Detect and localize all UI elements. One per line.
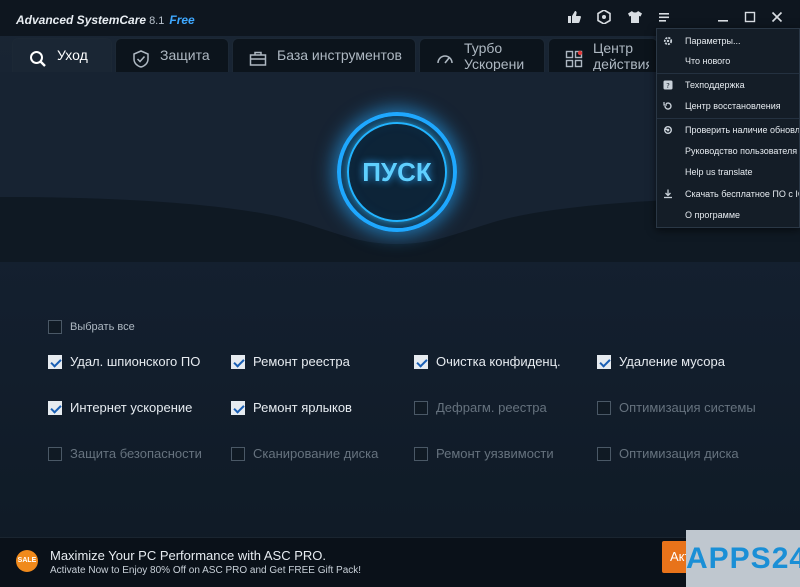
menu-item-label: Что нового: [685, 56, 731, 66]
update-icon: [663, 125, 673, 135]
checkbox-label: Очистка конфиденц.: [436, 354, 561, 369]
minimize-icon[interactable]: [714, 9, 732, 27]
app-version: 8.1: [149, 15, 165, 27]
check-disk-scan[interactable]: Сканирование диска: [231, 446, 378, 464]
check-internet-boost[interactable]: Интернет ускорение: [48, 400, 192, 418]
download-icon: [663, 189, 673, 199]
select-all-box[interactable]: [48, 320, 62, 334]
checkbox-box[interactable]: [597, 401, 611, 415]
shield-icon: [132, 47, 150, 68]
checkbox-label: Защита безопасности: [70, 446, 202, 461]
checkbox-box[interactable]: [48, 401, 62, 415]
menu-item-whats-new[interactable]: Что нового: [657, 51, 799, 71]
tab-turbo-label: Турбо Ускорени: [464, 40, 525, 71]
tab-toolbox-label: База инструментов: [277, 47, 402, 63]
app-edition: Free: [169, 13, 195, 27]
speedometer-icon: [436, 47, 454, 65]
svg-text:?: ?: [666, 82, 670, 90]
menu-item-label: Help us translate: [685, 167, 753, 177]
menu-icon[interactable]: [657, 10, 673, 26]
sale-badge-icon: SALE: [16, 550, 38, 572]
menu-item-about[interactable]: О программе: [657, 205, 799, 225]
check-spyware-removal[interactable]: Удал. шпионского ПО: [48, 354, 200, 372]
checkbox-label: Дефрагм. реестра: [436, 400, 547, 415]
watermark-logo: APPS24: [686, 530, 800, 587]
tab-care-label: Уход: [57, 47, 88, 63]
tab-toolbox[interactable]: База инструментов: [232, 38, 416, 72]
menu-item-label: Параметры...: [685, 36, 741, 46]
thumbs-up-icon[interactable]: [566, 10, 582, 26]
tab-turbo[interactable]: Турбо Ускорени: [419, 38, 545, 72]
checkbox-label: Удаление мусора: [619, 354, 725, 369]
check-privacy-sweep[interactable]: Очистка конфиденц.: [414, 354, 561, 372]
restore-icon: [663, 101, 673, 111]
settings-badge-icon[interactable]: [596, 9, 612, 26]
checkbox-box[interactable]: [231, 447, 245, 461]
checkbox-box[interactable]: [414, 401, 428, 415]
check-security-defense[interactable]: Защита безопасности: [48, 446, 202, 464]
checkbox-box[interactable]: [48, 447, 62, 461]
menu-item-user-guide[interactable]: Руководство пользователя: [657, 141, 799, 161]
promo-headline: Maximize Your PC Performance with ASC PR…: [50, 548, 326, 563]
checkbox-label: Ремонт ярлыков: [253, 400, 352, 415]
tab-care[interactable]: Уход: [12, 38, 112, 72]
checkbox-label: Удал. шпионского ПО: [70, 354, 201, 369]
menu-item-translate[interactable]: Help us translate: [657, 162, 799, 182]
menu-item-rescue-center[interactable]: Центр восстановления: [657, 96, 799, 116]
close-icon[interactable]: [768, 9, 786, 27]
menu-item-settings[interactable]: Параметры...: [657, 31, 799, 51]
toolbox-icon: [249, 47, 267, 66]
tshirt-icon[interactable]: [627, 10, 643, 26]
menu-item-label: Техподдержка: [685, 80, 745, 90]
tab-action-center-label: Центр действия: [593, 40, 649, 71]
tab-protection[interactable]: Защита: [115, 38, 229, 72]
select-all-checkbox[interactable]: Выбрать все: [48, 319, 135, 337]
checkbox-box[interactable]: [414, 355, 428, 369]
checkbox-box[interactable]: [597, 447, 611, 461]
checkbox-label: Оптимизация системы: [619, 400, 756, 415]
gear-icon: [663, 36, 673, 46]
promo-subline: Activate Now to Enjoy 80% Off on ASC PRO…: [50, 565, 362, 576]
checkbox-box[interactable]: [231, 355, 245, 369]
check-registry-defrag[interactable]: Дефрагм. реестра: [414, 400, 547, 418]
maximize-icon[interactable]: [741, 9, 759, 27]
app-name: Advanced SystemCare: [16, 13, 147, 27]
tab-protection-label: Защита: [160, 47, 210, 63]
checkbox-box[interactable]: [231, 401, 245, 415]
checkbox-label: Ремонт реестра: [253, 354, 350, 369]
menu-separator: [657, 118, 799, 119]
menu-item-check-updates[interactable]: Проверить наличие обновлений: [657, 120, 800, 140]
menu-separator: [657, 73, 799, 74]
app-window: Advanced SystemCare 8.1 Free Уход Защита…: [0, 0, 800, 587]
go-button-label: ПУСК: [362, 157, 432, 187]
app-brand: Advanced SystemCare 8.1 Free: [16, 13, 195, 27]
menu-item-label: Центр восстановления: [685, 101, 781, 111]
check-system-optimization[interactable]: Оптимизация системы: [597, 400, 756, 418]
menu-item-download-free[interactable]: Скачать бесплатное ПО с IObit: [657, 184, 799, 204]
check-disk-optimization[interactable]: Оптимизация диска: [597, 446, 739, 464]
grid-icon: [565, 47, 583, 68]
help-icon: ?: [663, 80, 673, 90]
checkbox-box[interactable]: [48, 355, 62, 369]
menu-item-label: Проверить наличие обновлений: [685, 125, 800, 135]
search-icon: [29, 47, 47, 67]
checkbox-box[interactable]: [414, 447, 428, 461]
go-button[interactable]: ПУСК: [337, 112, 457, 232]
checkbox-label: Ремонт уязвимости: [436, 446, 554, 461]
check-junk-clean[interactable]: Удаление мусора: [597, 354, 725, 372]
checkbox-label: Сканирование диска: [253, 446, 379, 461]
check-vulnerability-fix[interactable]: Ремонт уязвимости: [414, 446, 554, 464]
menu-item-support[interactable]: ? Техподдержка: [657, 75, 799, 95]
check-registry-repair[interactable]: Ремонт реестра: [231, 354, 350, 372]
menu-item-label: Скачать бесплатное ПО с IObit: [685, 189, 799, 199]
main-dropdown-menu: Параметры... Что нового ? Техподдержка Ц…: [656, 28, 800, 228]
checkbox-label: Интернет ускорение: [70, 400, 193, 415]
menu-item-label: О программе: [685, 210, 741, 220]
checkbox-box[interactable]: [597, 355, 611, 369]
menu-item-label: Руководство пользователя: [685, 146, 798, 156]
check-shortcut-fix[interactable]: Ремонт ярлыков: [231, 400, 352, 418]
tab-action-center[interactable]: Центр действия: [548, 38, 658, 72]
select-all-label: Выбрать все: [70, 321, 135, 333]
checkbox-label: Оптимизация диска: [619, 446, 739, 461]
